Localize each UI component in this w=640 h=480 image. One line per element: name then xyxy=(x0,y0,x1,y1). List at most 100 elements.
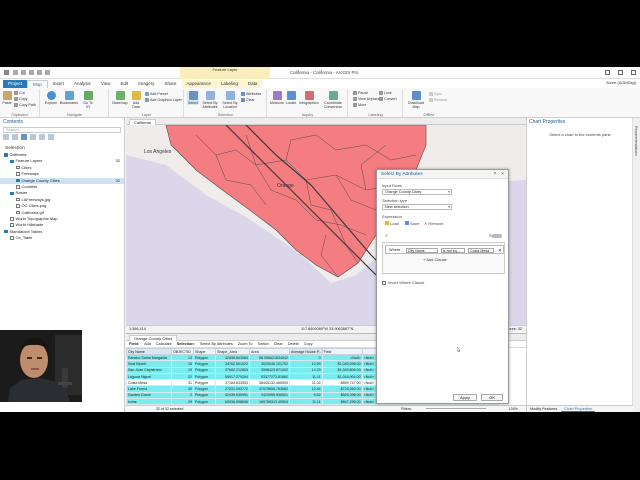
dialog-close-icon[interactable]: × xyxy=(501,170,504,179)
tree-node[interactable]: Oc_Table xyxy=(0,235,124,241)
map-scale-dropdown[interactable]: 1:366,414 xyxy=(129,326,146,333)
layer-checkbox[interactable] xyxy=(10,159,14,164)
tab-analysis[interactable]: Analysis xyxy=(69,80,96,88)
tab-edit[interactable]: Edit xyxy=(116,80,134,88)
cut-button[interactable]: Cut xyxy=(14,91,25,96)
input-rows-dropdown[interactable]: Orange County Cities ▾ xyxy=(382,189,452,195)
table-tab-orange-county-cities[interactable]: Orange County Cities xyxy=(129,335,178,341)
view-unplaced-button[interactable]: View Unplaced xyxy=(353,97,382,102)
save-icon[interactable] xyxy=(29,70,34,75)
copy-button[interactable]: Copy xyxy=(14,97,27,102)
tab-appearance[interactable]: Appearance xyxy=(181,80,216,88)
modify-features-tab[interactable]: Modify Features xyxy=(527,407,560,411)
delete-clause-icon[interactable]: ✕ xyxy=(498,248,502,254)
convert-labels-button[interactable]: Convert xyxy=(379,97,397,102)
explore-button[interactable]: Explore xyxy=(44,91,58,105)
sql-toggle[interactable] xyxy=(492,234,502,238)
infographics-button[interactable]: Infographics xyxy=(299,91,319,105)
list-by-labeling-icon[interactable] xyxy=(48,134,54,140)
selection-type-dropdown[interactable]: New selection ▾ xyxy=(382,204,452,210)
more-labeling-button[interactable]: More xyxy=(353,103,366,108)
user-account[interactable]: Aiven (AGMDigi) xyxy=(606,80,636,85)
value-dropdown[interactable]: Costa Mesa xyxy=(468,247,494,253)
minimize-icon[interactable] xyxy=(605,70,610,75)
table-zoom[interactable]: 100% xyxy=(509,406,518,412)
layer-checkbox[interactable] xyxy=(4,229,8,234)
load-expression-button[interactable]: Load xyxy=(385,221,399,226)
tab-view[interactable]: View xyxy=(96,80,116,88)
list-by-drawing-order-icon[interactable] xyxy=(3,134,9,140)
open-icon[interactable] xyxy=(21,70,26,75)
layer-checkbox[interactable] xyxy=(10,223,14,227)
clear-selection-button[interactable]: Clear xyxy=(241,98,255,103)
redo-icon[interactable] xyxy=(45,70,50,75)
zoom-slider[interactable] xyxy=(426,408,486,409)
select-button[interactable]: Select xyxy=(187,91,199,105)
tab-data[interactable]: Data xyxy=(242,80,263,88)
table-tool[interactable]: Calculate xyxy=(156,342,172,346)
operator-dropdown[interactable]: is not eq... xyxy=(441,247,465,253)
table-tool[interactable]: Add xyxy=(144,342,151,346)
layer-checkbox[interactable] xyxy=(16,204,20,208)
select-by-attributes-button[interactable]: Select By Attributes xyxy=(201,91,219,109)
ok-button[interactable]: OK xyxy=(481,394,503,401)
layer-checkbox[interactable] xyxy=(16,185,20,189)
list-by-snapping-icon[interactable] xyxy=(39,134,45,140)
list-by-source-icon[interactable] xyxy=(12,134,18,140)
layer-checkbox[interactable] xyxy=(16,210,20,215)
paste-button[interactable]: Paste xyxy=(2,91,12,105)
table-tool[interactable]: Zoom To xyxy=(238,342,253,346)
layer-checkbox[interactable] xyxy=(16,172,20,176)
contents-search-input[interactable]: Search xyxy=(3,127,121,133)
add-graphics-layer-button[interactable]: Add Graphics Layer xyxy=(145,98,182,103)
maximize-icon[interactable] xyxy=(618,70,623,75)
save-expression-button[interactable]: Save xyxy=(405,221,419,226)
help-icon[interactable]: ? xyxy=(493,170,496,179)
layer-checkbox[interactable] xyxy=(10,191,14,196)
basemap-button[interactable]: Basemap xyxy=(112,91,128,105)
attributes-button[interactable]: Attributes xyxy=(241,92,261,97)
table-tool[interactable]: Delete xyxy=(288,342,299,346)
apply-button[interactable]: Apply xyxy=(453,394,477,401)
undo-icon[interactable] xyxy=(37,70,42,75)
new-icon[interactable] xyxy=(13,70,18,75)
select-by-location-button[interactable]: Select By Location xyxy=(221,91,239,109)
tab-imagery[interactable]: Imagery xyxy=(133,80,159,88)
table-tool[interactable]: Switch xyxy=(258,342,269,346)
layer-checkbox[interactable] xyxy=(10,236,14,240)
table-tool[interactable]: Clear xyxy=(274,342,283,346)
add-data-button[interactable]: Add Data xyxy=(129,91,143,109)
remove-offline-button[interactable]: Remove xyxy=(429,98,447,103)
remove-expression-button[interactable]: ✕Remove xyxy=(424,221,443,226)
copy-path-button[interactable]: Copy Path xyxy=(14,103,36,108)
invert-where-clause-checkbox[interactable]: Invert Where Clause xyxy=(382,280,424,285)
coordinate-conversion-button[interactable]: Coordinate Conversion xyxy=(321,91,345,109)
layer-checkbox[interactable] xyxy=(16,197,20,202)
download-map-button[interactable]: Download Map xyxy=(406,91,426,109)
tab-insert[interactable]: Insert xyxy=(48,80,69,88)
pause-labeling-button[interactable]: Pause xyxy=(353,91,368,96)
table-tool[interactable]: Select By Attributes xyxy=(200,342,233,346)
bookmarks-button[interactable]: Bookmarks xyxy=(60,91,78,105)
layer-checkbox[interactable] xyxy=(4,153,8,157)
recommendations-tab[interactable]: Recommendations xyxy=(634,126,638,156)
tab-labeling[interactable]: Labeling xyxy=(215,80,243,88)
sync-button[interactable]: Sync xyxy=(429,92,442,97)
goto-xy-button[interactable]: Go To XY xyxy=(81,91,95,109)
tab-share[interactable]: Share xyxy=(160,80,182,88)
lock-labels-button[interactable]: Lock xyxy=(379,91,392,96)
layer-checkbox[interactable] xyxy=(10,217,14,221)
layer-checkbox[interactable] xyxy=(16,165,20,170)
layer-checkbox[interactable] xyxy=(16,178,20,183)
field-dropdown[interactable]: City Name xyxy=(406,247,438,253)
tab-map[interactable]: Map xyxy=(27,80,48,88)
tab-project[interactable]: Project xyxy=(3,80,28,88)
chart-properties-tab[interactable]: Chart Properties xyxy=(561,407,595,412)
list-by-editing-icon[interactable] xyxy=(30,134,36,140)
close-icon[interactable] xyxy=(631,70,636,75)
list-by-selection-icon[interactable] xyxy=(21,134,27,140)
table-tool[interactable]: Copy xyxy=(304,342,313,346)
add-clause-button[interactable]: + Add Clause xyxy=(423,257,447,262)
locate-button[interactable]: Locate xyxy=(285,91,297,105)
measure-button[interactable]: Measure xyxy=(270,91,284,105)
